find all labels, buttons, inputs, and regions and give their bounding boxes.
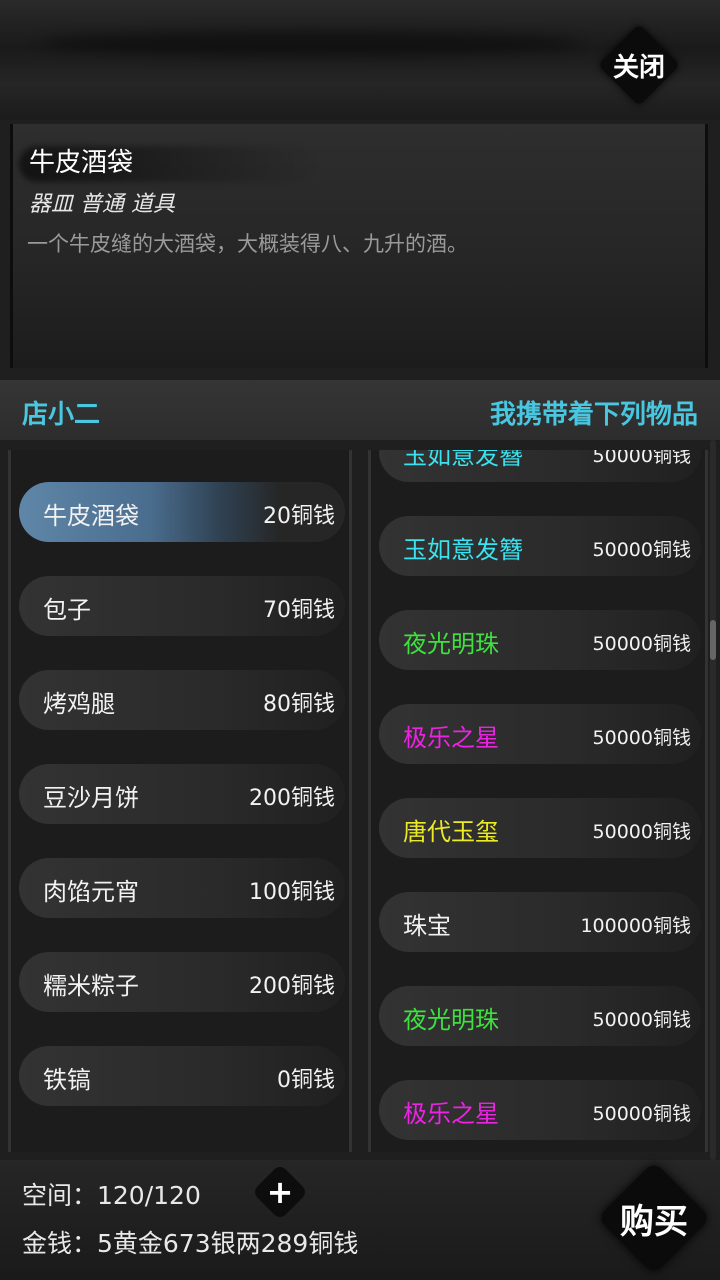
inventory-item[interactable]: 珠宝 100000铜钱 <box>379 892 701 952</box>
inventory-item-price: 50000铜钱 <box>592 1009 691 1031</box>
shop-item[interactable]: 肉馅元宵 100铜钱 <box>19 858 345 918</box>
inventory-item-name: 极乐之星 <box>403 1100 499 1128</box>
inventory-item-price: 100000铜钱 <box>580 915 691 937</box>
shop-list[interactable]: 牛皮酒袋 20铜钱 包子 70铜钱 烤鸡腿 80铜钱 豆沙月饼 200铜钱 肉馅… <box>8 450 352 1152</box>
shop-item-name: 包子 <box>43 596 91 624</box>
inventory-item-price: 50000铜钱 <box>592 727 691 749</box>
inventory-item-price: 50000铜钱 <box>592 633 691 655</box>
inventory-scrollbar[interactable] <box>710 440 716 1160</box>
list-header: 店小二 我携带着下列物品 <box>0 380 720 440</box>
shop-item-price: 200铜钱 <box>249 974 335 999</box>
plus-icon: + <box>266 1173 294 1211</box>
buy-button[interactable]: 购买 <box>592 1156 716 1280</box>
inventory-item[interactable]: 极乐之星 50000铜钱 <box>379 704 701 764</box>
shop-item[interactable]: 牛皮酒袋 20铜钱 <box>19 482 345 542</box>
shop-item-name: 烤鸡腿 <box>43 690 115 718</box>
shop-item-price: 200铜钱 <box>249 786 335 811</box>
inventory-item-name: 极乐之星 <box>403 724 499 752</box>
inventory-item-price: 50000铜钱 <box>592 821 691 843</box>
item-detail-panel: 牛皮酒袋 器皿 普通 道具 一个牛皮缝的大酒袋，大概装得八、九升的酒。 <box>10 124 708 368</box>
close-button[interactable]: 关闭 <box>596 22 682 108</box>
shop-item-name: 豆沙月饼 <box>43 784 139 812</box>
shop-item[interactable]: 糯米粽子 200铜钱 <box>19 952 345 1012</box>
inventory-item-price: 50000铜钱 <box>592 450 691 467</box>
item-type: 器皿 普通 道具 <box>29 192 175 217</box>
footer: 空间：120/120 + 金钱：5黄金673银两289铜钱 购买 <box>0 1160 720 1280</box>
shop-item-name: 牛皮酒袋 <box>43 502 139 530</box>
inventory-item[interactable]: 玉如意发簪 50000铜钱 <box>379 516 701 576</box>
space-capacity: 空间：120/120 <box>22 1181 201 1210</box>
inventory-item-name: 玉如意发簪 <box>403 536 523 564</box>
inventory-title: 我携带着下列物品 <box>489 400 698 430</box>
shop-item-price: 100铜钱 <box>249 880 335 905</box>
inventory-item-name: 夜光明珠 <box>403 1006 499 1034</box>
inventory-item-price: 50000铜钱 <box>592 539 691 561</box>
shop-item[interactable]: 豆沙月饼 200铜钱 <box>19 764 345 824</box>
inventory-list[interactable]: 玉如意发簪 50000铜钱 玉如意发簪 50000铜钱 夜光明珠 50000铜钱… <box>368 450 708 1152</box>
inventory-item[interactable]: 唐代玉玺 50000铜钱 <box>379 798 701 858</box>
shop-item-name: 肉馅元宵 <box>43 878 139 906</box>
shop-item[interactable]: 包子 70铜钱 <box>19 576 345 636</box>
shop-item-price: 20铜钱 <box>263 504 335 529</box>
inventory-item[interactable]: 夜光明珠 50000铜钱 <box>379 986 701 1046</box>
inventory-item[interactable]: 极乐之星 50000铜钱 <box>379 1080 701 1140</box>
buy-button-label: 购买 <box>620 1201 688 1242</box>
item-description: 一个牛皮缝的大酒袋，大概装得八、九升的酒。 <box>27 232 468 256</box>
inventory-item-name: 夜光明珠 <box>403 630 499 658</box>
inventory-item-name: 唐代玉玺 <box>403 818 499 846</box>
scrollbar-thumb[interactable] <box>710 620 716 660</box>
top-banner: 关闭 <box>0 0 720 120</box>
shopkeeper-title: 店小二 <box>22 400 101 430</box>
inventory-item[interactable]: 夜光明珠 50000铜钱 <box>379 610 701 670</box>
shop-item-price: 80铜钱 <box>263 692 335 717</box>
shop-item-name: 糯米粽子 <box>43 972 139 1000</box>
shop-item[interactable]: 铁镐 0铜钱 <box>19 1046 345 1106</box>
inventory-item[interactable]: 玉如意发簪 50000铜钱 <box>379 450 701 482</box>
expand-space-button[interactable]: + <box>251 1163 309 1221</box>
shop-item-name: 铁镐 <box>43 1066 91 1094</box>
item-name: 牛皮酒袋 <box>29 148 134 178</box>
shop-item-price: 0铜钱 <box>277 1068 335 1093</box>
shop-item-price: 70铜钱 <box>263 598 335 623</box>
inventory-item-price: 50000铜钱 <box>592 1103 691 1125</box>
money-balance: 金钱：5黄金673银两289铜钱 <box>22 1229 359 1258</box>
inventory-item-name: 珠宝 <box>403 912 451 940</box>
inventory-item-name: 玉如意发簪 <box>403 450 523 470</box>
close-button-label: 关闭 <box>612 52 665 83</box>
shop-item[interactable]: 烤鸡腿 80铜钱 <box>19 670 345 730</box>
